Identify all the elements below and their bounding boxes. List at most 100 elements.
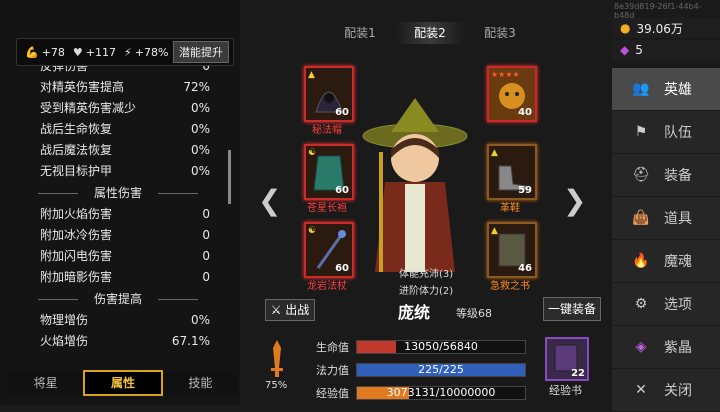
- stars-icon: ★★★★: [491, 70, 520, 79]
- stat-bar-label: 经验值: [316, 387, 349, 400]
- stat-value: 0%: [190, 101, 210, 115]
- stamina-percent: 75%: [265, 380, 288, 391]
- stat-bar-row: 法力值 225/225: [316, 360, 528, 380]
- stat-bar-text: 3073131/10000000: [386, 386, 496, 399]
- stat-label: 火焰增伤: [40, 334, 89, 348]
- muscle-icon: 💪: [25, 45, 39, 59]
- book-slot[interactable]: ▲ 46: [487, 222, 537, 278]
- hero-level: 等级68: [456, 307, 492, 320]
- stat-bar-label: 生命值: [316, 341, 349, 354]
- tab-general[interactable]: 将星: [8, 370, 84, 396]
- stat-bar: 225/225: [356, 363, 526, 377]
- stat-value: 0: [202, 249, 210, 263]
- lightning-icon: ⚡: [124, 45, 132, 59]
- prev-hero-arrow[interactable]: ❮: [258, 184, 281, 217]
- stat-value: 72%: [183, 80, 210, 94]
- hat-slot[interactable]: ▲ 60: [304, 66, 354, 122]
- hat-name: 秘法帽: [312, 125, 342, 136]
- crystal-icon: ◈: [635, 339, 647, 355]
- shoes-name: 革鞋: [500, 203, 520, 214]
- nav-equipment[interactable]: ⛑ 装备: [612, 154, 720, 196]
- next-hero-arrow[interactable]: ❯: [563, 184, 586, 217]
- heart-icon: ♥: [72, 45, 83, 59]
- stat-row: 附加闪电伤害 0: [18, 246, 218, 267]
- gear-icon: ⚙: [634, 296, 648, 312]
- pet-slot[interactable]: ★★★★ 40: [487, 66, 537, 122]
- buff-advanced: 进阶体力(2): [399, 286, 454, 297]
- bag-icon: 👜: [632, 210, 650, 226]
- stat-value: 0: [202, 207, 210, 221]
- stat-row: 反弹伤害 0: [18, 66, 218, 77]
- stat-label: 反弹伤害: [40, 66, 89, 73]
- stat-row: 无视目标护甲 0%: [18, 161, 218, 182]
- purple-gem-icon: ◆: [620, 43, 630, 57]
- attack-bonus: 💪 +78: [25, 45, 65, 59]
- speed-bonus: ⚡ +78%: [124, 45, 169, 59]
- tab-skills[interactable]: 技能: [162, 370, 238, 396]
- potential-boost-button[interactable]: 潜能提升: [173, 41, 229, 63]
- tab-outfit-2[interactable]: 配装2: [395, 22, 465, 44]
- stat-label: 战后魔法恢复: [40, 143, 113, 157]
- tab-attributes[interactable]: 属性: [83, 370, 163, 396]
- flame-icon: 🔥: [632, 253, 650, 269]
- helmet-icon: ⛑: [632, 167, 650, 183]
- stat-row: 战后魔法恢复 0%: [18, 140, 218, 161]
- stat-value: 0%: [190, 164, 210, 178]
- nav-team[interactable]: ⚑ 队伍: [612, 111, 720, 153]
- nav-items[interactable]: 👜 道具: [612, 197, 720, 239]
- yinyang-icon: ☯: [308, 226, 317, 236]
- stat-value: 67.1%: [171, 334, 210, 348]
- tab-outfit-1[interactable]: 配装1: [325, 22, 395, 44]
- stat-value: 0%: [190, 122, 210, 136]
- staff-name: 龙岩法杖: [307, 281, 347, 292]
- stat-label: 物理增伤: [40, 313, 89, 327]
- stat-bar: 3073131/10000000: [356, 386, 526, 400]
- stat-row: 物理增伤 0%: [18, 310, 218, 331]
- stat-label: 附加冰冷伤害: [40, 228, 113, 242]
- stat-bars: 生命值 13050/56840 法力值 225/225 经验值 3073131/10000…: [316, 337, 528, 406]
- stat-row: 附加火焰伤害 0: [18, 204, 218, 225]
- hero-name: 庞统: [398, 303, 431, 322]
- nav-soul[interactable]: 🔥 魔魂: [612, 240, 720, 282]
- side-nav: 👥 英雄 ⚑ 队伍 ⛑ 装备 👜 道具 🔥 魔魂 ⚙ 选项 ◈ 紫晶 ✕ 关闭: [612, 68, 720, 412]
- stat-scrollbar[interactable]: [228, 150, 231, 204]
- robe-slot[interactable]: ☯ 60: [304, 144, 354, 200]
- stat-list[interactable]: 反弹伤害 0 对精英伤害提高 72% 受到精英伤害减少 0% 战后生命恢复 0% 战后魔法恢复 0…: [18, 66, 218, 360]
- section-heading: 属性伤害: [18, 182, 218, 204]
- bag-icon: ▲: [308, 70, 315, 80]
- stat-bar-row: 生命值 13050/56840: [316, 337, 528, 357]
- currency-panel: ● 39.06万 ◆ 5: [612, 18, 720, 62]
- book-name: 急救之书: [490, 281, 530, 292]
- shoes-slot[interactable]: ▲ 59: [487, 144, 537, 200]
- stat-label: 无视目标护甲: [40, 164, 113, 178]
- stat-value: 0: [202, 228, 210, 242]
- close-icon: ✕: [635, 382, 647, 398]
- stat-row: 附加暗影伤害 0: [18, 267, 218, 288]
- nav-options[interactable]: ⚙ 选项: [612, 283, 720, 325]
- hero-portrait: [362, 98, 468, 272]
- stat-row: 受到精英伤害减少 0%: [18, 98, 218, 119]
- gold-row: ● 39.06万: [612, 18, 720, 38]
- bonus-bar: 💪 +78 ♥ +117 ⚡ +78% 潜能提升: [16, 38, 234, 66]
- outfit-tabs: 配装1 配装2 配装3: [325, 22, 535, 44]
- nav-hero[interactable]: 👥 英雄: [612, 68, 720, 110]
- stat-bar-row: 经验值 3073131/10000000: [316, 383, 528, 403]
- stat-label: 战后生命恢复: [40, 122, 113, 136]
- battle-button[interactable]: ⚔ 出战: [265, 299, 315, 321]
- stat-row: 战后生命恢复 0%: [18, 119, 218, 140]
- robe-name: 苍星长袍: [307, 203, 347, 214]
- health-bonus: ♥ +117: [72, 45, 117, 59]
- staff-slot[interactable]: ☯ 60: [304, 222, 354, 278]
- stat-bar-label: 法力值: [316, 364, 349, 377]
- tab-outfit-3[interactable]: 配装3: [465, 22, 535, 44]
- nav-crystal[interactable]: ◈ 紫晶: [612, 326, 720, 368]
- auto-equip-button[interactable]: 一键装备: [543, 297, 601, 321]
- stat-row: 对精英伤害提高 72%: [18, 77, 218, 98]
- gem-row: ◆ 5: [612, 40, 720, 60]
- stat-label: 附加闪电伤害: [40, 249, 113, 263]
- stat-label: 受到精英伤害减少: [40, 101, 137, 115]
- exp-book-slot[interactable]: 22: [545, 337, 589, 381]
- stat-row: 火焰增伤 67.1%: [18, 331, 218, 352]
- people-icon: 👥: [632, 81, 650, 97]
- stat-label: 附加暗影伤害: [40, 270, 113, 284]
